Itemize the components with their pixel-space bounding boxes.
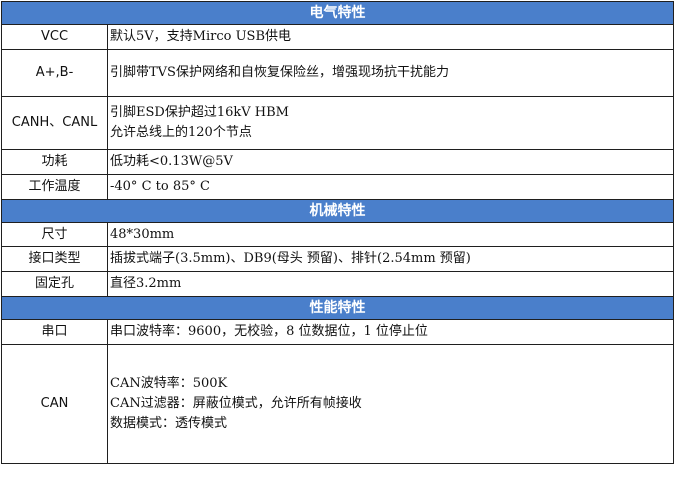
spec-label: 串口 xyxy=(1,319,108,345)
section-title: 性能特性 xyxy=(1,296,674,320)
spec-value: 引脚带TVS保护网络和自恢复保险丝，增强现场抗干扰能力 xyxy=(107,49,674,97)
spec-label: 功耗 xyxy=(1,149,108,175)
spec-value-line: 引脚带TVS保护网络和自恢复保险丝，增强现场抗干扰能力 xyxy=(110,65,449,80)
spec-value-line: CAN过滤器：屏蔽位模式，允许所有帧接收 xyxy=(110,396,362,411)
spec-label: 固定孔 xyxy=(1,271,108,297)
spec-row-power: 功耗 低功耗<0.13W@5V xyxy=(1,149,674,175)
spec-value-line: 直径3.2mm xyxy=(110,276,182,291)
spec-value: CAN波特率：500K CAN过滤器：屏蔽位模式，允许所有帧接收 数据模式：透传… xyxy=(107,344,674,464)
section-title: 电气特性 xyxy=(1,1,674,25)
spec-row-mount-hole: 固定孔 直径3.2mm xyxy=(1,271,674,297)
spec-label: A+,B- xyxy=(1,49,108,97)
spec-label: VCC xyxy=(1,24,108,50)
spec-label: CANH、CANL xyxy=(1,96,108,150)
spec-row-interface: 接口类型 插拔式端子(3.5mm)、DB9(母头 预留)、排针(2.54mm 预… xyxy=(1,246,674,272)
spec-value-line: 默认5V，支持Mirco USB供电 xyxy=(110,29,291,44)
spec-value-line: -40° C to 85° C xyxy=(110,179,210,194)
spec-value-line: 串口波特率：9600，无校验，8 位数据位，1 位停止位 xyxy=(110,324,428,339)
spec-label: 接口类型 xyxy=(1,246,108,272)
spec-value-line: 低功耗<0.13W@5V xyxy=(110,154,233,169)
section-header-mechanical: 机械特性 xyxy=(1,199,674,223)
spec-row-temperature: 工作温度 -40° C to 85° C xyxy=(1,174,674,200)
spec-value-line: 48*30mm xyxy=(110,226,175,242)
spec-value-line: CAN波特率：500K xyxy=(110,376,228,391)
spec-row-vcc: VCC 默认5V，支持Mirco USB供电 xyxy=(1,24,674,50)
spec-label: 工作温度 xyxy=(1,174,108,200)
spec-value-line: 数据模式：透传模式 xyxy=(110,416,228,431)
spec-row-size: 尺寸 48*30mm xyxy=(1,222,674,247)
spec-value: -40° C to 85° C xyxy=(107,174,674,200)
spec-value: 直径3.2mm xyxy=(107,271,674,297)
spec-value: 引脚ESD保护超过16kV HBM 允许总线上的120个节点 xyxy=(107,96,674,150)
spec-value-line: 插拔式端子(3.5mm)、DB9(母头 预留)、排针(2.54mm 预留) xyxy=(110,251,471,266)
spec-row-serial: 串口 串口波特率：9600，无校验，8 位数据位，1 位停止位 xyxy=(1,319,674,345)
section-title: 机械特性 xyxy=(1,199,674,223)
spec-row-ab: A+,B- 引脚带TVS保护网络和自恢复保险丝，增强现场抗干扰能力 xyxy=(1,49,674,97)
section-header-electrical: 电气特性 xyxy=(1,1,674,25)
spec-value: 默认5V，支持Mirco USB供电 xyxy=(107,24,674,50)
spec-table: 电气特性 VCC 默认5V，支持Mirco USB供电 A+,B- 引脚带TVS… xyxy=(1,1,674,464)
spec-value: 串口波特率：9600，无校验，8 位数据位，1 位停止位 xyxy=(107,319,674,345)
spec-value: 插拔式端子(3.5mm)、DB9(母头 预留)、排针(2.54mm 预留) xyxy=(107,246,674,272)
spec-value-line: 引脚ESD保护超过16kV HBM xyxy=(110,105,289,120)
section-header-performance: 性能特性 xyxy=(1,296,674,320)
spec-label: CAN xyxy=(1,344,108,464)
spec-row-can-pins: CANH、CANL 引脚ESD保护超过16kV HBM 允许总线上的120个节点 xyxy=(1,96,674,150)
spec-value: 48*30mm xyxy=(107,222,674,247)
spec-label: 尺寸 xyxy=(1,222,108,247)
spec-value: 低功耗<0.13W@5V xyxy=(107,149,674,175)
spec-value-line: 允许总线上的120个节点 xyxy=(110,125,252,140)
spec-row-can: CAN CAN波特率：500K CAN过滤器：屏蔽位模式，允许所有帧接收 数据模… xyxy=(1,344,674,464)
